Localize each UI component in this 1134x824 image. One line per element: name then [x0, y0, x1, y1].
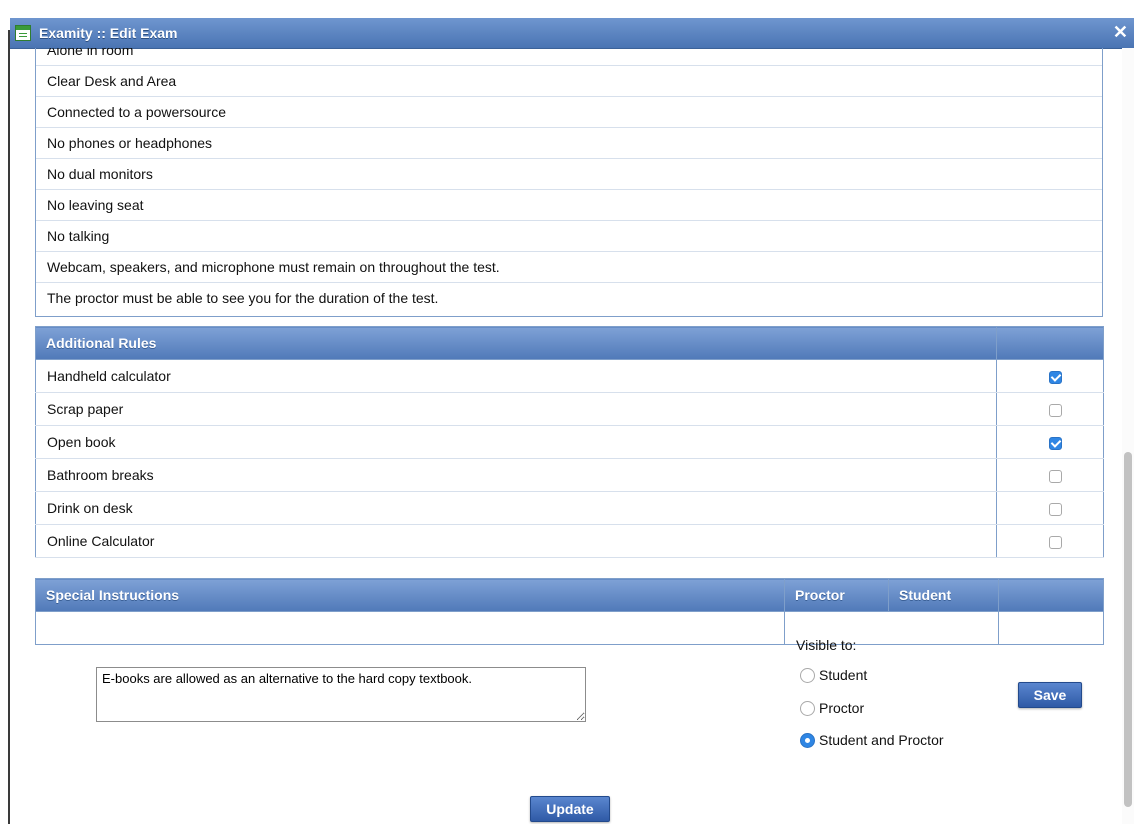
additional-rules-header-blank: [996, 326, 1104, 360]
edit-exam-content: Alone in room Clear Desk and Area Connecte…: [35, 48, 1104, 822]
rule-item: No dual monitors: [36, 159, 1102, 190]
additional-rule-checkbox[interactable]: [1049, 469, 1062, 483]
additional-rule-label: Drink on desk: [35, 491, 997, 525]
visibility-option-label: Student: [819, 667, 868, 683]
additional-rule-checkbox-cell: [996, 491, 1104, 525]
rule-item: No phones or headphones: [36, 128, 1102, 159]
rule-item: The proctor must be able to see you for …: [47, 290, 439, 306]
action-column-header: [998, 578, 1104, 612]
additional-rule-checkbox-cell: [996, 524, 1104, 558]
additional-rule-row: Open book: [35, 425, 1104, 459]
special-instructions-header: Special Instructions: [35, 578, 785, 612]
visibility-option-label: Student and Proctor: [819, 732, 944, 748]
additional-rule-checkbox[interactable]: [1049, 502, 1062, 516]
visibility-radio[interactable]: [800, 700, 815, 716]
visibility-radio[interactable]: [800, 667, 815, 683]
rule-item: Webcam, speakers, and microphone must re…: [36, 252, 1102, 283]
additional-rules-header: Additional Rules: [35, 326, 997, 360]
additional-rule-label: Open book: [35, 425, 997, 459]
rule-item: No leaving seat: [36, 190, 1102, 221]
window-titlebar: Examity :: Edit Exam ✕: [10, 18, 1134, 49]
additional-rule-label: Online Calculator: [35, 524, 997, 558]
save-button[interactable]: Save: [1018, 682, 1082, 708]
proctor-column-header: Proctor: [784, 578, 889, 612]
additional-rule-row: Handheld calculator: [35, 359, 1104, 393]
exam-rules-list: Alone in room Clear Desk and Area Connecte…: [35, 48, 1103, 317]
scrollbar-thumb[interactable]: [1124, 452, 1132, 807]
left-window-edge: [0, 0, 10, 824]
student-column-header: Student: [888, 578, 999, 612]
additional-rules-table: Additional Rules Handheld calculator Scra…: [35, 326, 1104, 558]
additional-rule-row: Scrap paper: [35, 392, 1104, 426]
rule-item: No talking: [36, 221, 1102, 252]
save-cell: [998, 611, 1104, 645]
instructions-cell: [36, 612, 785, 645]
additional-rule-row: Online Calculator: [35, 524, 1104, 558]
window-title: Examity :: Edit Exam: [39, 25, 178, 41]
visibility-option[interactable]: Proctor: [800, 700, 864, 716]
additional-rule-checkbox-cell: [996, 458, 1104, 492]
additional-rule-row: Drink on desk: [35, 491, 1104, 525]
visibility-option[interactable]: Student and Proctor: [800, 732, 944, 748]
visible-to-label: Visible to:: [796, 637, 857, 653]
special-instructions-textarea[interactable]: E-books are allowed as an alternative to…: [96, 667, 586, 722]
additional-rule-checkbox[interactable]: [1049, 403, 1062, 417]
additional-rule-row: Bathroom breaks: [35, 458, 1104, 492]
visibility-option[interactable]: Student: [800, 667, 867, 683]
additional-rule-checkbox[interactable]: [1049, 436, 1062, 450]
additional-rule-checkbox-cell: [996, 425, 1104, 459]
additional-rule-label: Scrap paper: [35, 392, 997, 426]
additional-rule-checkbox-cell: [996, 392, 1104, 426]
close-icon[interactable]: ✕: [1113, 22, 1128, 42]
update-button[interactable]: Update: [530, 796, 610, 822]
rule-item: Alone in room: [36, 48, 1102, 66]
additional-rule-label: Handheld calculator: [35, 359, 997, 393]
rule-item: Clear Desk and Area: [36, 66, 1102, 97]
special-instructions-table: Special Instructions Proctor Student: [35, 578, 1104, 645]
additional-rule-checkbox[interactable]: [1049, 370, 1062, 384]
visibility-radio[interactable]: [800, 732, 815, 748]
additional-rule-checkbox-cell: [996, 359, 1104, 393]
additional-rule-checkbox[interactable]: [1049, 535, 1062, 549]
visibility-option-label: Proctor: [819, 700, 865, 716]
rule-item: Connected to a powersource: [36, 97, 1102, 128]
additional-rule-label: Bathroom breaks: [35, 458, 997, 492]
document-icon: [15, 25, 31, 41]
